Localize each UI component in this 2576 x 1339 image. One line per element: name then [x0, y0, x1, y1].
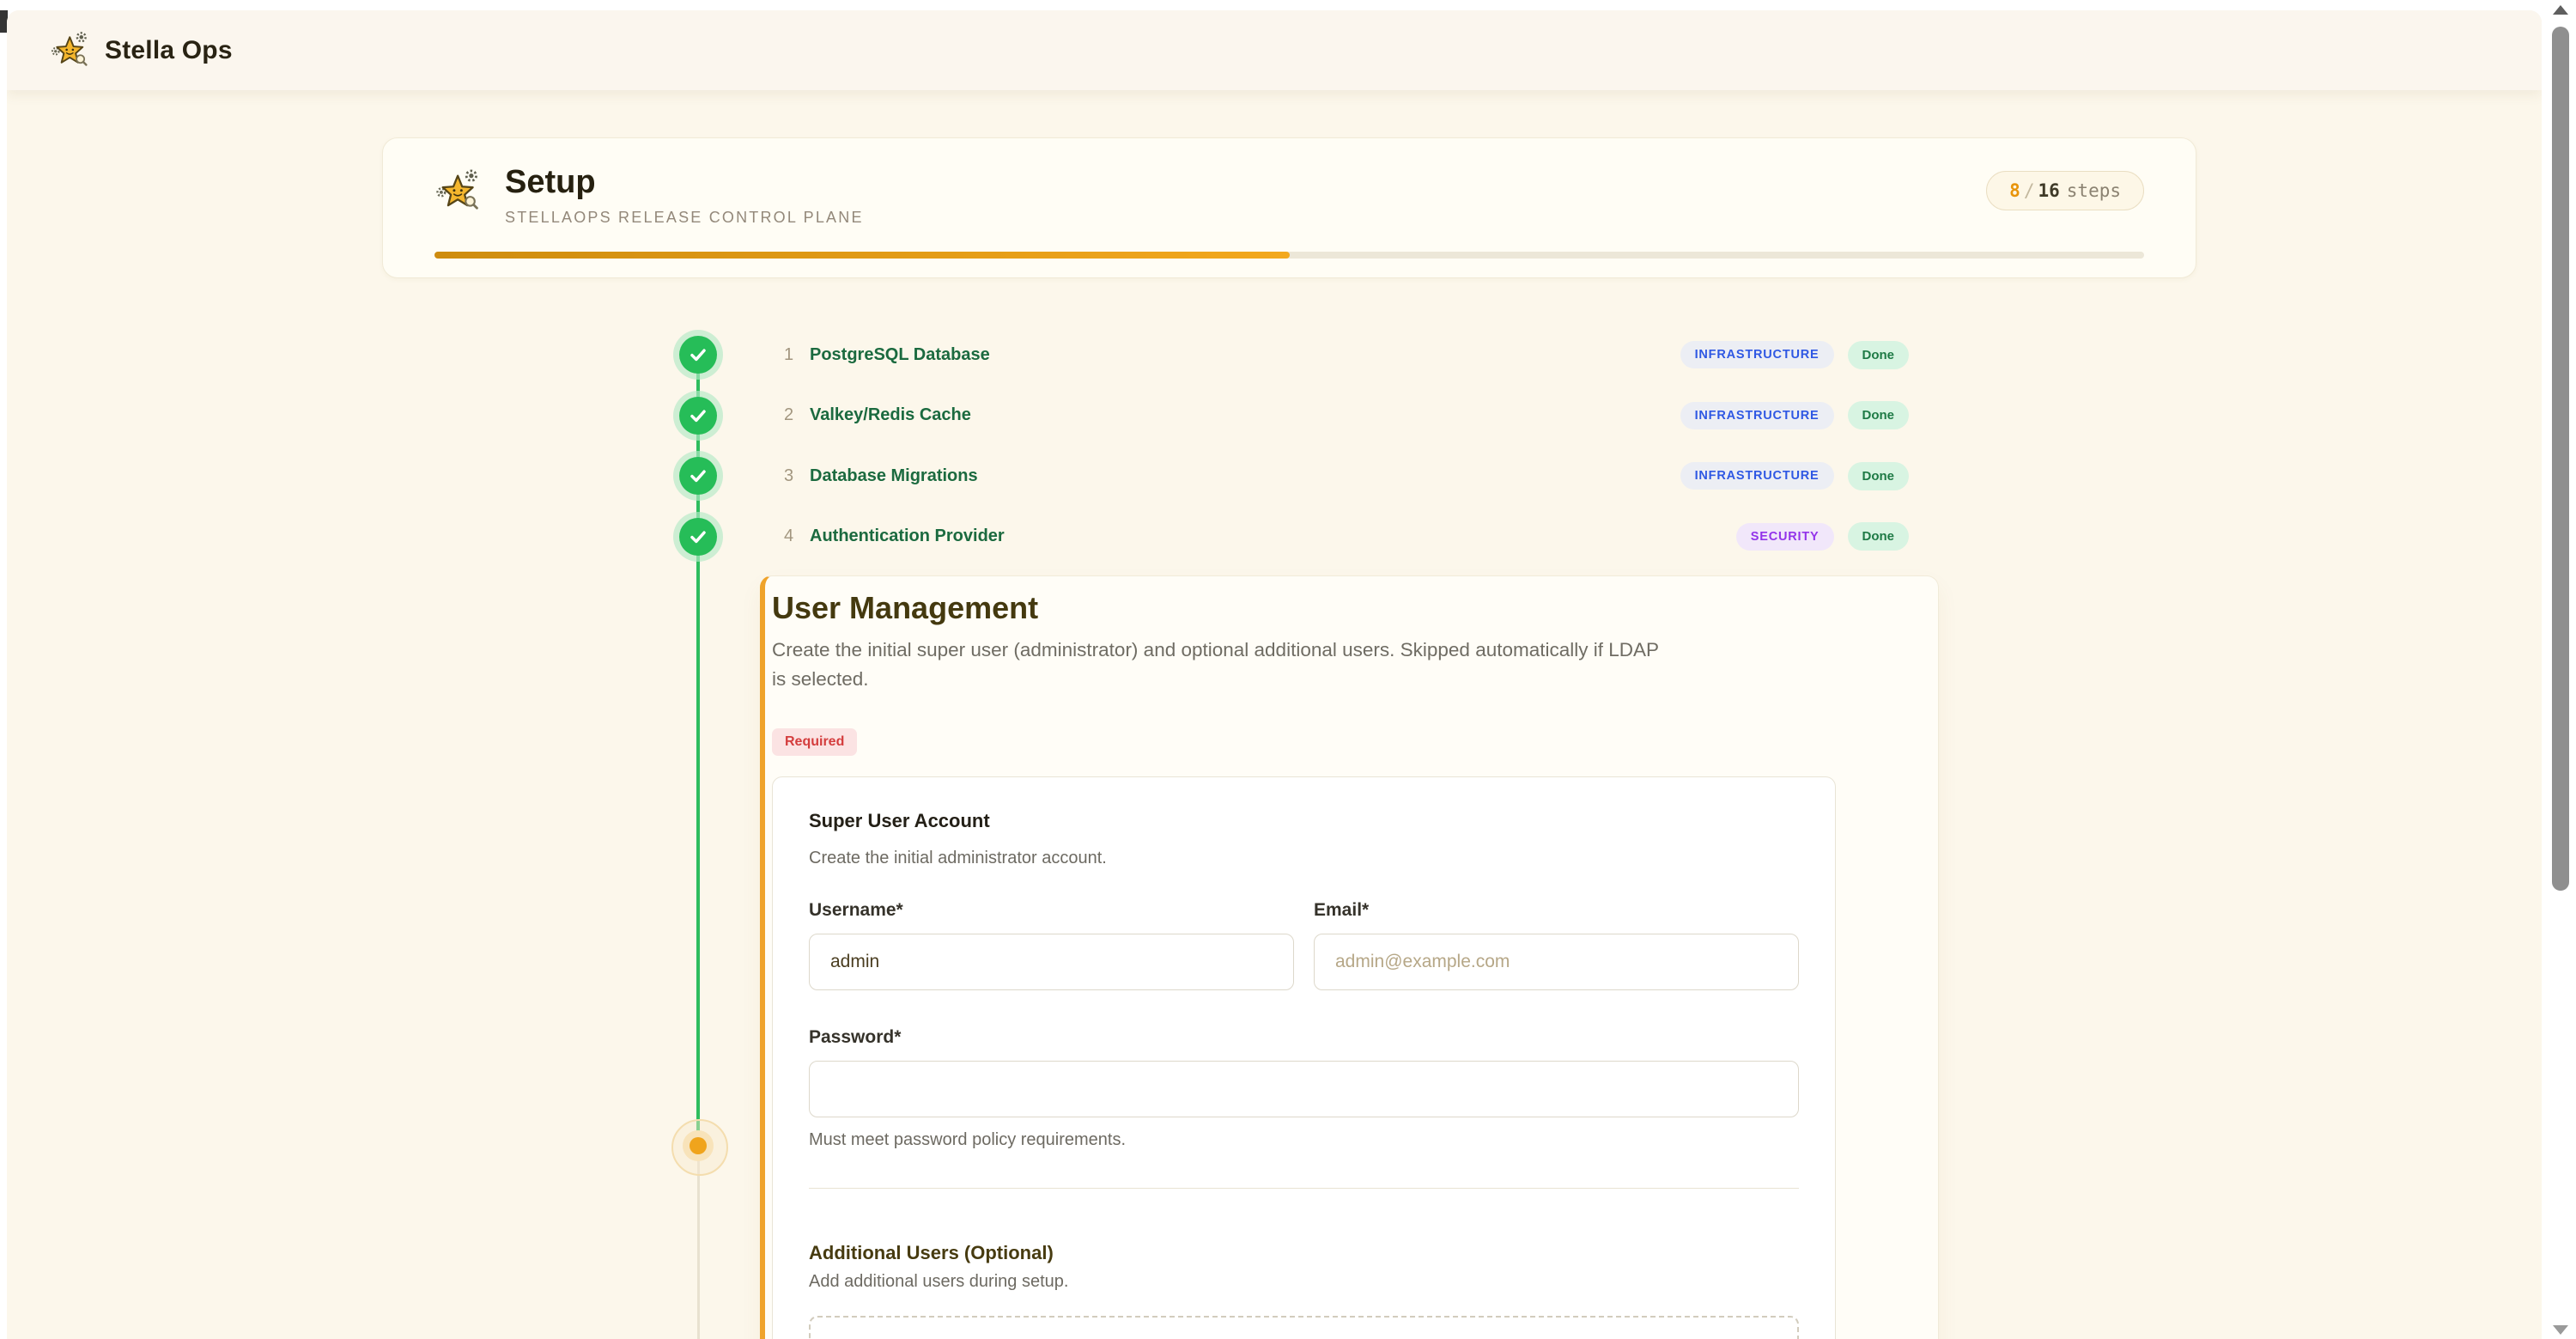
username-label: Username*	[809, 901, 1294, 920]
section-divider	[809, 1188, 1799, 1189]
step-number: 1	[784, 345, 805, 365]
super-user-subtitle: Create the initial administrator account…	[809, 848, 1799, 868]
stella-ops-logo-icon	[50, 30, 91, 71]
check-icon	[679, 457, 717, 495]
step-status-badge: Done	[1848, 401, 1910, 429]
scrollbar[interactable]	[2545, 0, 2576, 1339]
step-row[interactable]: 3Database Migrations INFRASTRUCTURE Done	[760, 446, 1909, 507]
add-another-user-button[interactable]: + Add Another User	[809, 1316, 1799, 1339]
dot-icon	[690, 1137, 707, 1154]
page-title: Setup	[505, 166, 864, 200]
username-input[interactable]	[809, 934, 1294, 990]
step-title: Database Migrations	[810, 466, 978, 486]
brand-title: Stella Ops	[105, 36, 233, 65]
check-icon	[679, 518, 717, 556]
step-status-badge: Done	[1848, 462, 1910, 490]
user-management-panel: User Management Create the initial super…	[760, 575, 1939, 1339]
progress-fill	[434, 252, 1290, 259]
scrollbar-thumb[interactable]	[2552, 27, 2569, 891]
step-title: PostgreSQL Database	[810, 345, 990, 365]
step-status-badge: Done	[1848, 522, 1910, 551]
panel-description: Create the initial super user (administr…	[772, 636, 1674, 694]
required-badge: Required	[772, 728, 857, 756]
setup-header-card: Setup STELLAOPS RELEASE CONTROL PLANE 8/…	[382, 137, 2196, 278]
panel-title: User Management	[772, 588, 1938, 629]
page-subtitle: STELLAOPS RELEASE CONTROL PLANE	[505, 209, 864, 227]
step-title: Authentication Provider	[810, 526, 1005, 546]
email-input[interactable]	[1314, 934, 1799, 990]
email-label: Email*	[1314, 901, 1799, 920]
steps-counter-badge: 8/16 steps	[1986, 171, 2144, 210]
super-user-title: Super User Account	[809, 808, 1799, 834]
password-label: Password*	[809, 1028, 1799, 1047]
step-number: 3	[784, 466, 805, 486]
current-step-indicator-icon	[671, 1119, 728, 1176]
app-surface: Stella Ops Setup STELLAOPS RELEASE CONTR…	[7, 10, 2542, 1339]
step-row[interactable]: 1PostgreSQL Database INFRASTRUCTURE Done	[760, 325, 1909, 386]
steps-done-count: 8	[2009, 180, 2020, 201]
additional-users-title: Additional Users (Optional)	[809, 1242, 1799, 1264]
app-window: Stella Ops Setup STELLAOPS RELEASE CONTR…	[0, 0, 2576, 1339]
step-title: Valkey/Redis Cache	[810, 405, 971, 425]
top-navbar: Stella Ops	[7, 10, 2542, 90]
setup-progress-bar	[434, 252, 2144, 259]
steps-count-separator: /	[2024, 180, 2035, 201]
step-category-badge: INFRASTRUCTURE	[1680, 341, 1834, 368]
super-user-card: Super User Account Create the initial ad…	[772, 776, 1836, 1339]
step-number: 4	[784, 526, 805, 546]
steps-suffix: steps	[2067, 180, 2121, 201]
step-category-badge: SECURITY	[1736, 523, 1834, 551]
step-row[interactable]: 2Valkey/Redis Cache INFRASTRUCTURE Done	[760, 386, 1909, 447]
timeline-line-upcoming	[697, 1149, 700, 1339]
setup-steps-list: 1PostgreSQL DatabaseINFRASTRUCTUREDone2V…	[760, 325, 1909, 567]
step-row[interactable]: 4Authentication Provider SECURITY Done	[760, 507, 1909, 568]
check-icon	[679, 397, 717, 435]
scrollbar-up-arrow-icon[interactable]	[2553, 5, 2568, 15]
setup-mascot-icon	[434, 167, 483, 216]
check-icon	[679, 336, 717, 374]
step-number: 2	[784, 405, 805, 425]
password-helper-text: Must meet password policy requirements.	[809, 1129, 1799, 1150]
password-input[interactable]	[809, 1061, 1799, 1117]
step-category-badge: INFRASTRUCTURE	[1680, 462, 1834, 490]
scrollbar-down-arrow-icon[interactable]	[2553, 1325, 2568, 1335]
step-status-badge: Done	[1848, 341, 1910, 369]
steps-total-count: 16	[2038, 180, 2059, 201]
step-category-badge: INFRASTRUCTURE	[1680, 402, 1834, 429]
additional-users-subtitle: Add additional users during setup.	[809, 1271, 1799, 1292]
